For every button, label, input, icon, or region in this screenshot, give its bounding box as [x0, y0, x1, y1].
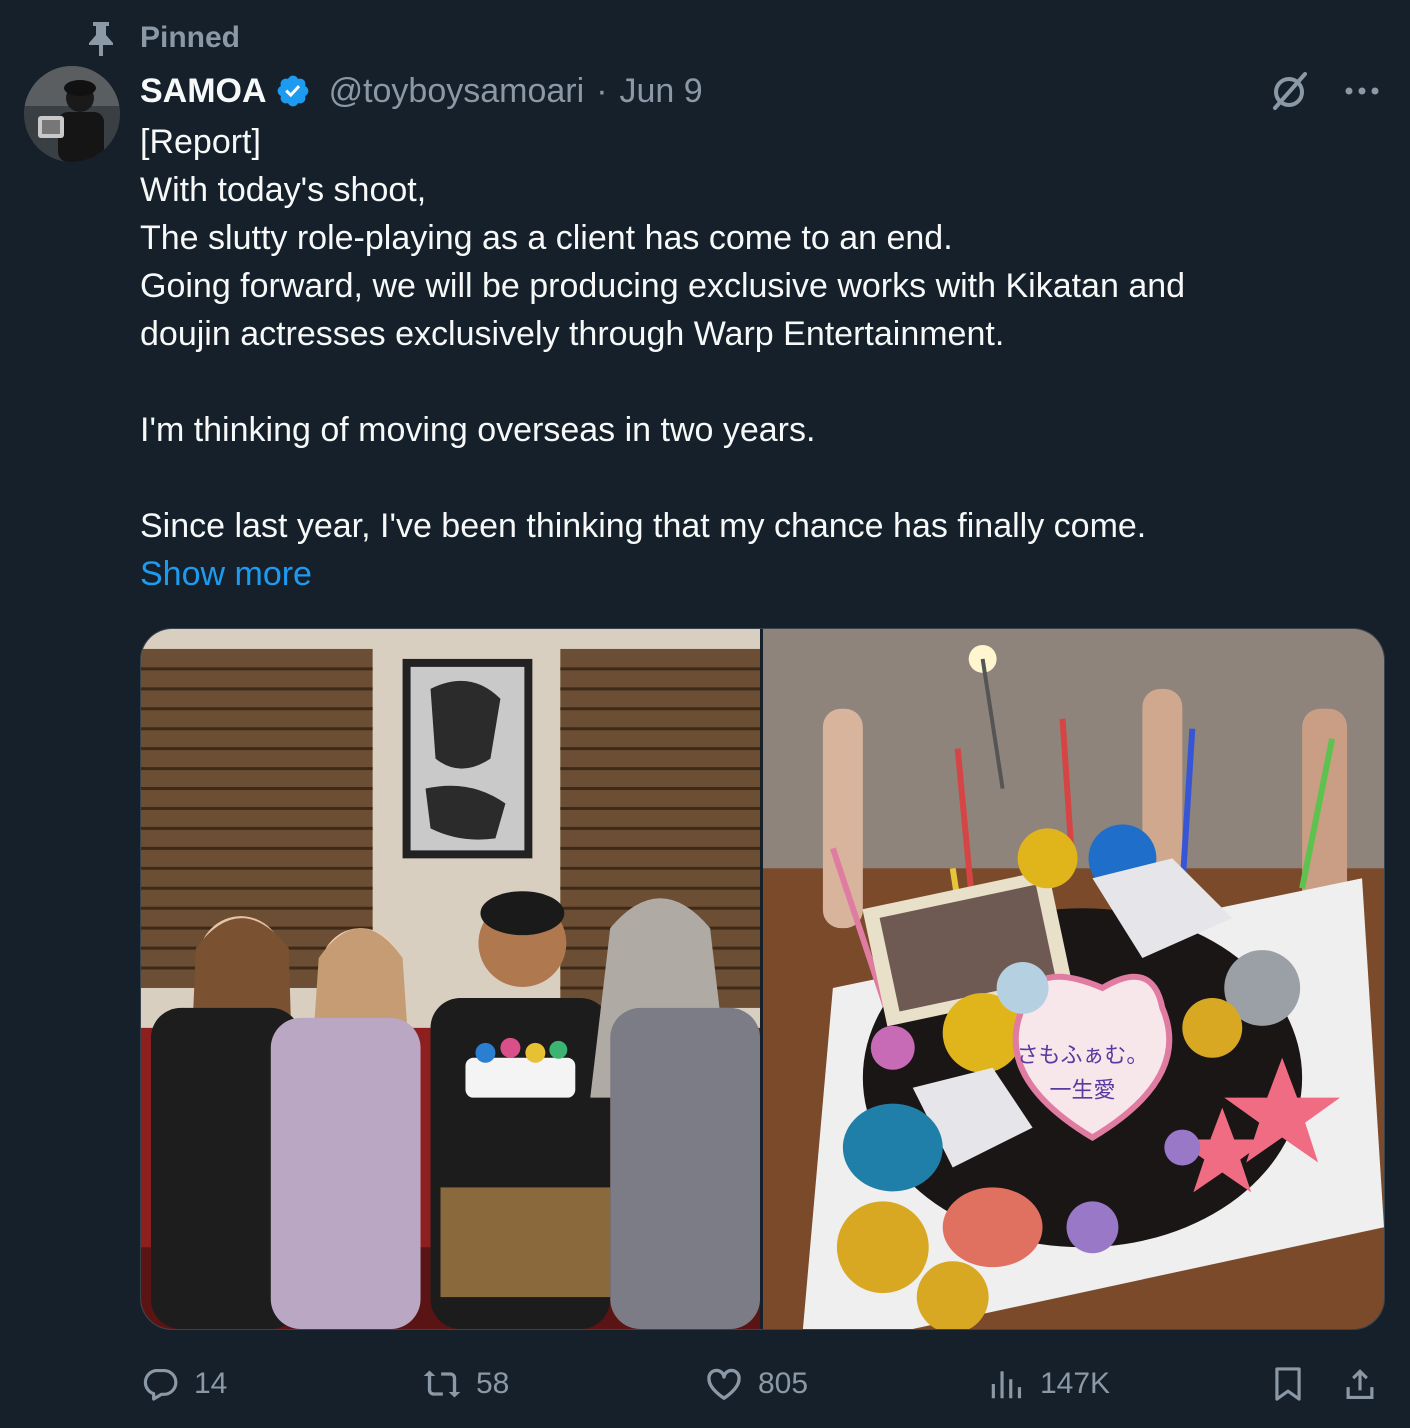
reply-icon — [140, 1364, 180, 1404]
views-button[interactable]: 147K — [986, 1356, 1110, 1412]
text-line: [Report] — [140, 123, 261, 161]
repost-icon — [422, 1364, 462, 1404]
bookmark-button[interactable] — [1268, 1356, 1308, 1412]
grok-icon[interactable] — [1266, 67, 1314, 115]
like-count: 805 — [758, 1367, 809, 1400]
more-options-icon[interactable] — [1338, 67, 1386, 115]
pin-icon — [84, 19, 118, 57]
text-line: The slutty role-playing as a client has … — [140, 219, 953, 257]
bookmark-icon — [1268, 1364, 1308, 1404]
repost-count: 58 — [476, 1367, 510, 1400]
share-button[interactable] — [1340, 1356, 1380, 1412]
cake-photo[interactable]: さもふぁむ。 一生愛 — [763, 629, 1384, 1329]
tweet-header: SAMOA @toyboysamoari · Jun 9 — [140, 66, 1386, 116]
header-actions — [1266, 66, 1386, 116]
separator: · — [596, 71, 608, 110]
group-photo[interactable] — [141, 629, 760, 1329]
share-icon — [1340, 1364, 1380, 1404]
cake-text-2: 一生愛 — [1050, 1079, 1116, 1104]
reply-button[interactable]: 14 — [140, 1356, 227, 1412]
media-grid: さもふぁむ。 一生愛 — [140, 628, 1385, 1330]
user-handle[interactable]: @toyboysamoari — [329, 72, 585, 111]
view-count: 147K — [1040, 1367, 1111, 1400]
verified-badge-icon[interactable] — [275, 71, 315, 111]
heart-icon — [704, 1364, 744, 1404]
repost-button[interactable]: 58 — [422, 1356, 509, 1412]
avatar[interactable] — [24, 66, 120, 162]
text-line: doujin actresses exclusively through War… — [140, 315, 1005, 353]
display-name[interactable]: SAMOA — [140, 72, 267, 111]
post-date[interactable]: Jun 9 — [620, 72, 703, 111]
engagement-bar: 14 58 805 147K — [140, 1356, 1385, 1412]
show-more-link[interactable]: Show more — [140, 550, 312, 598]
reply-count: 14 — [194, 1367, 228, 1400]
tweet-text: [Report] With today's shoot, The slutty … — [140, 118, 1390, 598]
text-line: Since last year, I've been thinking that… — [140, 507, 1147, 545]
tweet[interactable]: Pinned SAMOA @toyboysamoari · Jun 9 [Rep… — [0, 0, 1410, 1428]
like-button[interactable]: 805 — [704, 1356, 808, 1412]
text-line: Going forward, we will be producing excl… — [140, 267, 1186, 305]
cake-text-1: さもふぁむ。 — [1017, 1044, 1149, 1069]
views-icon — [986, 1364, 1026, 1404]
text-line: With today's shoot, — [140, 171, 427, 209]
pinned-indicator: Pinned — [84, 18, 240, 58]
text-line: I'm thinking of moving overseas in two y… — [140, 411, 816, 449]
pinned-label: Pinned — [140, 21, 241, 54]
